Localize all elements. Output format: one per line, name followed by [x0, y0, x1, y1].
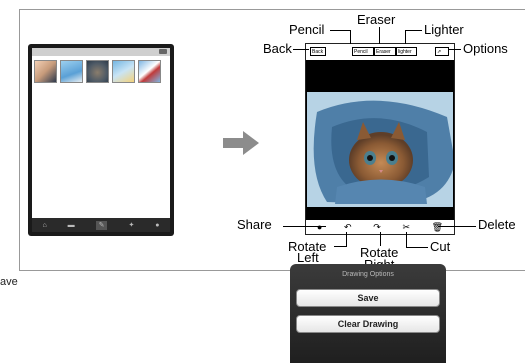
rotate-left-leader-line: [334, 246, 347, 247]
thumbnail-photo[interactable]: [112, 60, 135, 83]
thumbnail-photo[interactable]: [86, 60, 109, 83]
rotate-right-icon[interactable]: ↷: [373, 222, 381, 233]
delete-leader-line: [438, 226, 476, 227]
rotate-left-icon[interactable]: ↶: [344, 222, 352, 233]
pencil-callout: Pencil: [289, 22, 325, 37]
pencil-leader-line: [350, 30, 351, 44]
edit-icon[interactable]: ✎: [95, 220, 108, 230]
kitten-photo: [307, 92, 453, 207]
thumbnail-photo[interactable]: [60, 60, 83, 83]
options-leader-line: [448, 49, 461, 50]
drawing-options-panel: Drawing Options Save Clear Drawing: [290, 264, 446, 363]
lighter-button[interactable]: lighter: [396, 47, 417, 56]
gallery-tablet: ⌂ ▬ ✎ ✦ ●: [28, 44, 174, 236]
delete-callout: Delete: [478, 217, 516, 232]
gallery-bottombar: ⌂ ▬ ✎ ✦ ●: [32, 218, 170, 232]
body-text-fragment: ave: [0, 276, 18, 288]
lighter-callout: Lighter: [424, 22, 464, 37]
eraser-callout: Eraser: [357, 12, 396, 27]
pencil-button[interactable]: Pencil: [352, 47, 374, 56]
rotate-right-leader-line: [380, 232, 381, 246]
lighter-leader-line: [405, 30, 406, 44]
thumbnail-photo[interactable]: [138, 60, 161, 83]
gallery-topbar-button[interactable]: [159, 49, 167, 54]
pencil-leader-line: [330, 30, 350, 31]
thumbnail-strip: [32, 56, 170, 87]
eraser-leader-line: [379, 27, 380, 44]
back-callout: Back: [263, 41, 292, 56]
right-arrow-icon: [223, 131, 259, 155]
cut-leader-line: [406, 232, 407, 247]
delete-icon[interactable]: 🗑: [432, 222, 443, 233]
clear-drawing-button[interactable]: Clear Drawing: [296, 315, 440, 333]
cut-callout: Cut: [430, 239, 451, 254]
options-button[interactable]: ⇗: [435, 47, 449, 56]
options-callout: Options: [463, 41, 508, 56]
cut-icon[interactable]: ✂: [402, 222, 410, 233]
cut-leader-line: [406, 247, 428, 248]
lighter-leader-line: [405, 30, 422, 31]
share-callout: Share: [237, 217, 272, 232]
folder-icon[interactable]: ▬: [68, 222, 75, 229]
editor-tablet: Back Pencil Eraser lighter ⇗ ● ↶ ↷ ✂: [305, 43, 455, 235]
rotate-left-leader-line: [346, 232, 347, 246]
share-icon[interactable]: ●: [317, 222, 322, 232]
save-button[interactable]: Save: [296, 289, 440, 307]
rotate-left-callout-line2: Left: [297, 250, 319, 265]
eraser-button[interactable]: Eraser: [374, 47, 396, 56]
back-leader-line: [293, 49, 309, 50]
back-button[interactable]: Back: [310, 47, 326, 56]
share-leader-line: [283, 226, 326, 227]
drawing-options-title: Drawing Options: [342, 271, 394, 278]
gallery-screen: ⌂ ▬ ✎ ✦ ●: [32, 48, 170, 232]
home-icon[interactable]: ⌂: [42, 222, 46, 229]
gallery-topbar: [32, 48, 170, 56]
info-icon[interactable]: ●: [155, 222, 159, 229]
settings-icon[interactable]: ✦: [128, 222, 134, 229]
kitten-image: [307, 92, 453, 207]
thumbnail-photo[interactable]: [34, 60, 57, 83]
editor-toolbar: Back Pencil Eraser lighter ⇗: [306, 44, 454, 61]
